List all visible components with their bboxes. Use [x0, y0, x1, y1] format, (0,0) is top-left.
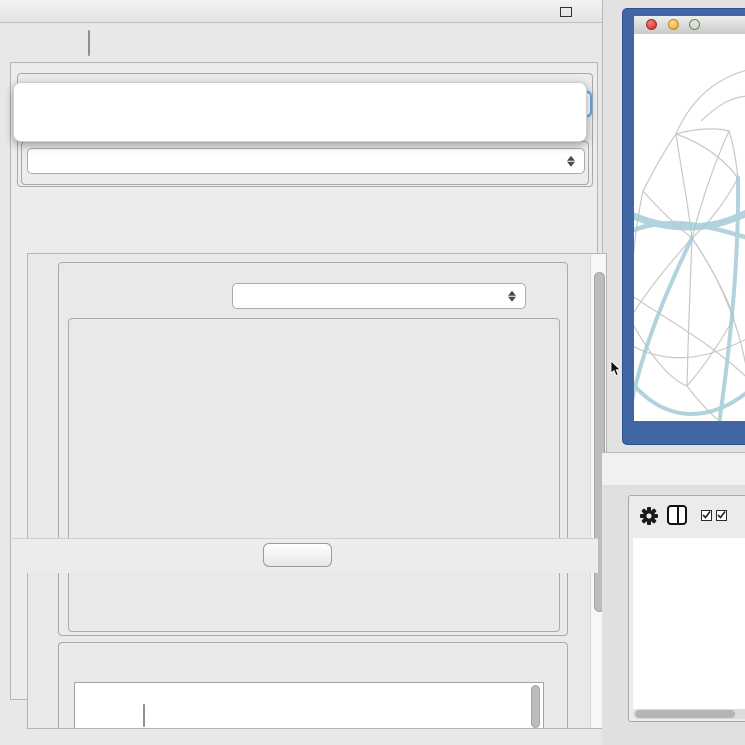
network-view-window [622, 8, 745, 445]
float-window-icon[interactable] [560, 7, 572, 17]
table-data-combobox[interactable] [27, 148, 585, 174]
table-header-row [633, 538, 745, 564]
algorithm-dropdown-popup [13, 82, 587, 142]
mouse-cursor [610, 360, 622, 382]
control-panel-titlebar [0, 0, 602, 23]
combo-arrows-icon [567, 154, 575, 169]
table-panel-titlebar [602, 452, 745, 486]
apply-button[interactable] [263, 543, 332, 567]
top-tab-bar [88, 30, 90, 56]
discretization-main-panel [10, 62, 598, 700]
apply-button-area [12, 538, 598, 573]
checkbox-icon[interactable] [716, 510, 727, 521]
table-hscrollbar-track[interactable] [633, 709, 745, 719]
minimize-traffic-light-icon[interactable] [668, 19, 679, 30]
column-selector-icon[interactable] [667, 505, 687, 525]
network-window-titlebar [634, 16, 745, 35]
number-of-intervals-combobox[interactable] [232, 283, 526, 309]
list-scrollbar-thumb[interactable] [531, 685, 540, 728]
table-hscrollbar-thumb[interactable] [635, 710, 735, 718]
checkbox-icon[interactable] [701, 510, 712, 521]
table-panel-inner [628, 495, 745, 722]
settings-scrollpane [27, 253, 607, 729]
thresholds-group [68, 318, 560, 632]
control-panel-window [0, 0, 603, 745]
bottom-tab-bar [143, 704, 145, 727]
network-canvas[interactable] [634, 34, 745, 421]
node-table[interactable] [633, 538, 745, 709]
close-traffic-light-icon[interactable] [646, 19, 657, 30]
gear-icon[interactable] [639, 506, 659, 526]
application-root [0, 0, 745, 745]
combo-arrows-icon [508, 289, 516, 304]
zoom-traffic-light-icon[interactable] [689, 19, 700, 30]
table-panel-body [602, 485, 745, 745]
